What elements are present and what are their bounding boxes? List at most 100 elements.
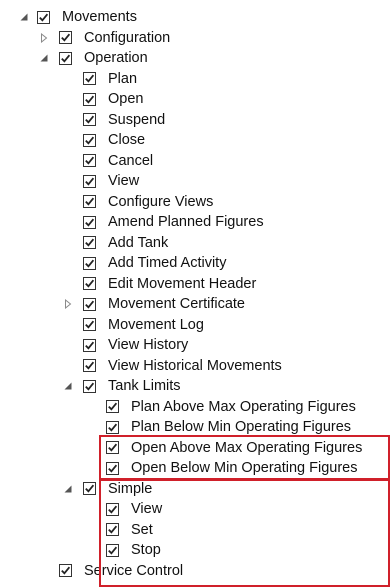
tree-item-label: Add Tank [108,234,169,251]
checkbox[interactable] [83,113,96,126]
checkmark-icon [85,95,95,104]
checkmark-icon [85,382,95,391]
tree-item-label: Plan [108,70,138,87]
checkbox[interactable] [59,31,72,44]
permissions-tree: Movements Configuration Operation Plan Open S… [0,0,390,587]
checkmark-icon [108,464,118,473]
checkbox[interactable] [83,318,96,331]
tree-item-add-timed-activity[interactable]: Add Timed Activity [0,253,390,274]
checkbox[interactable] [106,400,119,413]
checkbox[interactable] [106,461,119,475]
tree-item-label: Amend Planned Figures [108,214,264,230]
tree-item-label: Movement Log [108,316,204,333]
tree-item-plan[interactable]: Plan [0,69,390,90]
checkbox[interactable] [106,523,119,536]
tree-item-operation[interactable]: Operation [0,48,390,69]
expanded-triangle-icon[interactable] [19,12,29,22]
checkmark-icon [85,74,95,83]
tree-item-label: Add Timed Activity [108,255,227,271]
expanded-triangle-icon[interactable] [63,484,73,494]
checkmark-icon [85,259,95,268]
collapsed-triangle-icon[interactable] [63,299,73,309]
checkbox[interactable] [59,51,72,65]
tree-item-label: View [108,173,140,189]
checkbox[interactable] [106,441,119,454]
checkmark-icon [85,279,95,288]
checkbox[interactable] [106,502,119,516]
checkmark-icon [108,525,118,534]
tree-item-label: Movement Certificate [108,296,245,312]
checkbox[interactable] [83,359,96,372]
checkmark-icon [108,505,118,514]
checkbox[interactable] [83,195,96,208]
tree-item-view-historical-movements[interactable]: View Historical Movements [0,356,390,377]
tree-item-view[interactable]: View [0,171,390,192]
checkbox[interactable] [83,133,96,147]
tree-item-movements[interactable]: Movements [0,7,390,28]
tree-item-label: Cancel [108,152,154,169]
checkmark-icon [85,218,95,227]
tree-item-label: Open Below Min Operating Figures [131,460,358,476]
checkmark-icon [85,361,95,370]
checkmark-icon [108,546,118,555]
tree-item-stop[interactable]: Stop [0,540,390,561]
expanded-triangle-icon[interactable] [39,53,49,63]
checkbox[interactable] [83,72,96,85]
tree-item-label: View Historical Movements [108,357,282,374]
tree-item-movement-certificate[interactable]: Movement Certificate [0,294,390,315]
checkbox[interactable] [83,256,96,270]
tree-item-amend-planned-figures[interactable]: Amend Planned Figures [0,212,390,233]
checkbox[interactable] [83,379,96,393]
checkmark-icon [61,566,71,575]
tree-item-open[interactable]: Open [0,89,390,110]
tree-item-open-above-max-operating-figures[interactable]: Open Above Max Operating Figures [0,438,390,459]
tree-item-set[interactable]: Set [0,520,390,541]
checkbox[interactable] [106,420,119,434]
tree-item-label: Service Control [84,562,184,579]
checkbox[interactable] [106,543,119,557]
checkbox[interactable] [83,338,96,352]
checkbox[interactable] [83,236,96,249]
tree-item-open-below-min-operating-figures[interactable]: Open Below Min Operating Figures [0,458,390,479]
tree-item-cancel[interactable]: Cancel [0,151,390,172]
tree-item-close[interactable]: Close [0,130,390,151]
checkbox[interactable] [83,92,96,106]
tree-item-edit-movement-header[interactable]: Edit Movement Header [0,274,390,295]
tree-item-configure-views[interactable]: Configure Views [0,192,390,213]
tree-item-tank-limits[interactable]: Tank Limits [0,376,390,397]
checkmark-icon [85,197,95,206]
checkbox[interactable] [83,297,96,311]
checkbox[interactable] [59,564,72,577]
checkmark-icon [85,484,95,493]
tree-item-service-control[interactable]: Service Control [0,561,390,582]
tree-item-label: Edit Movement Header [108,275,257,292]
tree-item-label: Plan Above Max Operating Figures [131,398,356,415]
tree-item-suspend[interactable]: Suspend [0,110,390,131]
checkmark-icon [85,320,95,329]
checkbox[interactable] [83,154,96,167]
checkbox[interactable] [83,215,96,229]
checkbox[interactable] [83,482,96,495]
checkmark-icon [108,402,118,411]
checkmark-icon [108,423,118,432]
tree-item-plan-below-min-operating-figures[interactable]: Plan Below Min Operating Figures [0,417,390,438]
tree-item-label: Close [108,132,146,148]
collapsed-triangle-icon[interactable] [39,32,49,43]
tree-item-view[interactable]: View [0,499,390,520]
checkmark-icon [85,238,95,247]
tree-item-label: Suspend [108,111,166,128]
checkbox[interactable] [37,10,50,24]
tree-item-plan-above-max-operating-figures[interactable]: Plan Above Max Operating Figures [0,397,390,418]
checkmark-icon [85,115,95,124]
tree-item-view-history[interactable]: View History [0,335,390,356]
checkbox[interactable] [83,277,96,290]
checkmark-icon [85,156,95,165]
expanded-triangle-icon[interactable] [63,381,73,391]
tree-item-configuration[interactable]: Configuration [0,28,390,49]
checkbox[interactable] [83,174,96,188]
tree-item-label: Operation [84,50,148,66]
tree-item-simple[interactable]: Simple [0,479,390,500]
checkmark-icon [85,300,95,309]
tree-item-movement-log[interactable]: Movement Log [0,315,390,336]
tree-item-add-tank[interactable]: Add Tank [0,233,390,254]
